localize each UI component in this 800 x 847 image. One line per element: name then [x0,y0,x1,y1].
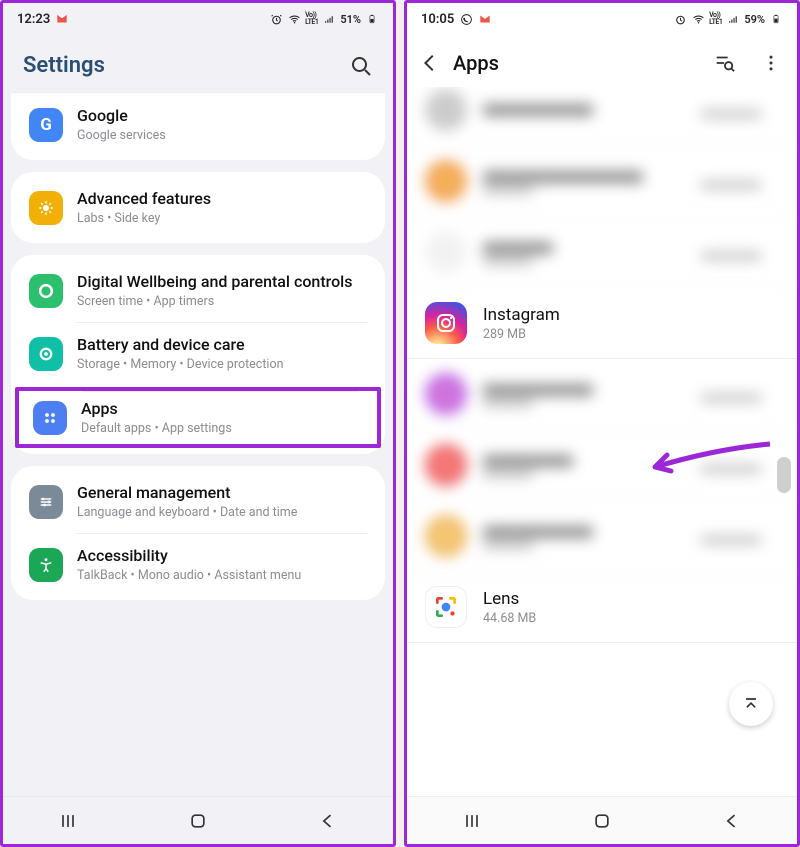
nav-back[interactable] [304,810,352,832]
app-name: Instagram [483,305,779,325]
nav-bar [407,796,797,844]
advanced-icon [29,191,63,225]
row-subtitle: Screen time • App timers [77,294,367,309]
app-row-blurred[interactable] [407,430,797,501]
app-row-lens[interactable]: Lens 44.68 MB [407,572,797,643]
row-subtitle: Storage • Memory • Device protection [77,357,367,372]
page-title: Apps [453,51,701,75]
status-time: 10:05 [421,12,454,27]
volte-indicator: Vo))LTE1 [305,12,318,26]
settings-row-advanced[interactable]: Advanced features Labs • Side key [11,176,385,239]
settings-group: Digital Wellbeing and parental controls … [11,255,385,454]
battery-icon [769,12,783,26]
nav-back[interactable] [708,810,756,832]
battery-percent: 59% [744,13,765,26]
signal-icon [726,12,740,26]
app-size: 44.68 MB [483,611,779,626]
search-button[interactable] [349,54,373,78]
battery-care-icon [29,337,63,371]
settings-group: Advanced features Labs • Side key [11,172,385,243]
row-title: Apps [81,399,363,419]
apps-header: Apps [407,35,797,87]
status-bar: 10:05 Vo))LTE1 59% [407,3,797,35]
settings-row-accessibility[interactable]: Accessibility TalkBack • Mono audio • As… [11,533,385,596]
settings-list[interactable]: G Google Google services Advanced featur… [3,92,393,796]
back-button[interactable] [419,52,441,74]
app-row-instagram[interactable]: Instagram 289 MB [407,288,797,359]
status-time: 12:23 [17,12,50,27]
nav-recents[interactable] [448,810,496,832]
whatsapp-icon [459,12,473,26]
app-name: Lens [483,589,779,609]
nav-bar [3,796,393,844]
page-title: Settings [23,53,105,78]
row-subtitle: Default apps • App settings [81,421,363,436]
google-icon: G [29,108,63,142]
app-row-blurred[interactable] [407,87,797,146]
alarm-icon [269,12,283,26]
settings-row-apps[interactable]: Apps Default apps • App settings [15,387,381,448]
accessibility-icon [29,548,63,582]
battery-icon [365,12,379,26]
settings-group: General management Language and keyboard… [11,466,385,600]
settings-group: G Google Google services [11,92,385,160]
wellbeing-icon [29,274,63,308]
filter-search-button[interactable] [713,52,735,74]
row-title: Accessibility [77,546,367,566]
row-title: Advanced features [77,189,367,209]
row-subtitle: Google services [77,128,367,143]
app-row-blurred[interactable] [407,217,797,288]
gmail-icon [478,12,492,26]
wifi-icon [287,12,301,26]
battery-percent: 51% [340,13,361,26]
settings-header: Settings [3,35,393,92]
phone-apps: 10:05 Vo))LTE1 59% Apps [404,0,800,847]
volte-indicator: Vo))LTE1 [709,12,722,26]
settings-row-battery[interactable]: Battery and device care Storage • Memory… [11,322,385,385]
alarm-icon [673,12,687,26]
settings-row-general[interactable]: General management Language and keyboard… [11,470,385,533]
nav-recents[interactable] [44,810,92,832]
scroll-to-top-button[interactable] [729,682,773,726]
settings-row-google[interactable]: G Google Google services [11,92,385,156]
general-icon [29,485,63,519]
more-button[interactable] [761,53,781,73]
app-row-blurred[interactable] [407,359,797,430]
nav-home[interactable] [174,810,222,832]
row-subtitle: Language and keyboard • Date and time [77,505,367,520]
row-subtitle: TalkBack • Mono audio • Assistant menu [77,568,367,583]
row-title: Google [77,106,367,126]
lens-icon [425,586,467,628]
app-row-blurred[interactable] [407,501,797,572]
instagram-icon [425,302,467,344]
app-size: 289 MB [483,327,779,342]
app-row-blurred[interactable] [407,146,797,217]
row-title: Digital Wellbeing and parental controls [77,272,367,292]
row-title: Battery and device care [77,335,367,355]
wifi-icon [691,12,705,26]
scroll-handle[interactable] [777,457,791,493]
status-bar: 12:23 Vo))LTE1 51% [3,3,393,35]
apps-list[interactable]: Instagram 289 MB [407,87,797,796]
phone-settings: 12:23 Vo))LTE1 51% Settings G Google [0,0,396,847]
gmail-icon [55,12,69,26]
row-title: General management [77,483,367,503]
apps-icon [33,401,67,435]
signal-icon [322,12,336,26]
nav-home[interactable] [578,810,626,832]
row-subtitle: Labs • Side key [77,211,367,226]
settings-row-wellbeing[interactable]: Digital Wellbeing and parental controls … [11,259,385,322]
